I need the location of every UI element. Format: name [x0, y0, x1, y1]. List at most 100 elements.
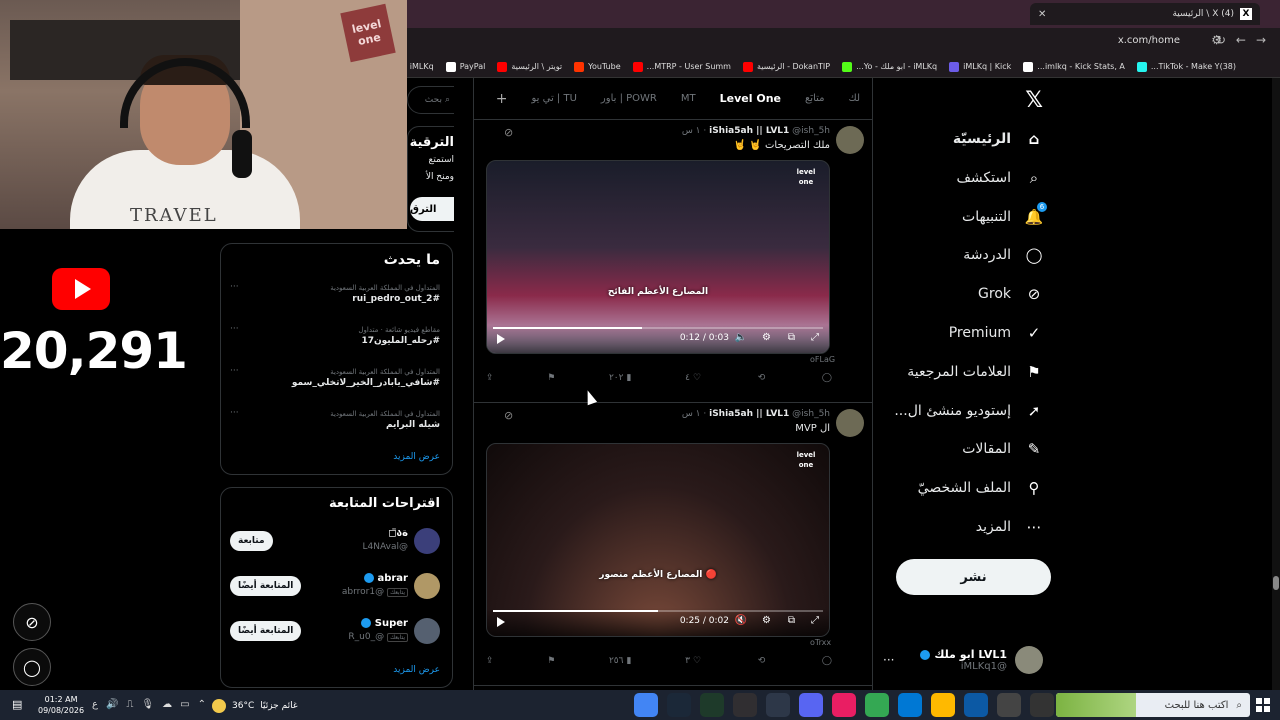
weather-widget[interactable]: غائم جزئيًا 36°C — [212, 699, 298, 713]
settings-icon[interactable]: ⚙ — [762, 332, 771, 343]
nav-item[interactable]: ⊘ Grok — [978, 285, 1043, 303]
timeline-tab[interactable]: لك — [849, 93, 860, 104]
taskview-icon[interactable] — [1030, 693, 1054, 717]
retweet-button[interactable]: ⟲ — [755, 373, 766, 383]
trend-item[interactable]: المتداول في المملكة العربية السعودية شيل… — [230, 408, 440, 430]
account-more-icon[interactable]: ··· — [883, 653, 894, 667]
grok-icon[interactable]: ⊘ — [504, 409, 513, 422]
battery-icon[interactable]: ▭ — [180, 699, 189, 710]
add-tab-icon[interactable]: + — [496, 91, 508, 107]
avatar[interactable] — [836, 126, 864, 154]
nav-item[interactable]: ⚑ العلامات المرجعية — [907, 363, 1043, 381]
timeline-tab[interactable]: POWR | باور — [601, 93, 657, 104]
tray-expand-icon[interactable]: ⌃ — [198, 699, 206, 710]
bookmark-item[interactable]: تويتر \ الرئيسية — [497, 61, 562, 72]
trend-item[interactable]: المتداول في المملكة العربية السعودية #شا… — [230, 366, 440, 388]
more-icon[interactable]: ··· — [230, 366, 239, 376]
more-icon[interactable]: ··· — [230, 282, 239, 292]
reply-button[interactable]: ◯ — [819, 656, 832, 666]
follows-show-more-link[interactable]: عرض المزيد — [393, 665, 440, 675]
url-field[interactable]: x.com/home — [1118, 35, 1180, 46]
grok-float-icon[interactable]: ⊘ — [13, 603, 51, 641]
x-app-icon[interactable] — [766, 693, 790, 717]
bookmark-item[interactable]: YouTube — [574, 61, 621, 72]
nav-item[interactable]: ⌂ الرئيسيّة — [953, 130, 1043, 148]
tweet[interactable]: iShia5ah || LVL1 @ish_5h · ١ س ال MVP ⊘ … — [474, 403, 872, 686]
nav-item[interactable]: ➚ إستوديو منشئ ال... — [894, 402, 1043, 420]
avatar[interactable] — [836, 409, 864, 437]
discord-icon[interactable] — [799, 693, 823, 717]
tweet-video[interactable]: level one المصارع الأعظم منصور 🔴 0:25 / 0… — [486, 443, 830, 637]
tweet[interactable]: iShia5ah || LVL1 @ish_5h · ١ س ملك التصر… — [474, 120, 872, 403]
video-source[interactable]: oFLaG — [810, 355, 835, 364]
follow-suggestion[interactable]: abrar يتابعك@abrror1 المتابعة أيضًا — [230, 573, 440, 603]
obs-icon[interactable] — [733, 693, 757, 717]
search-input[interactable]: ⌕ بحث — [407, 86, 454, 114]
pip-icon[interactable]: ⧉ — [788, 332, 795, 343]
bookmark-item[interactable]: PayPal — [445, 61, 485, 72]
fullscreen-icon[interactable]: ⤢ — [811, 332, 819, 343]
timeline-tab[interactable]: Level One — [720, 92, 781, 105]
more-icon[interactable]: ··· — [230, 324, 239, 334]
volume-icon[interactable]: 🔊 — [106, 699, 118, 710]
play-icon[interactable] — [497, 617, 505, 627]
timeline-tab[interactable]: متابَع — [805, 93, 825, 104]
nav-item[interactable]: 🔔 6 التنبيهات — [962, 201, 1047, 226]
browser-tab[interactable]: X (4) X \ الرئيسية ✕ — [1030, 3, 1260, 25]
notification-icon[interactable]: ▤ — [12, 698, 22, 711]
network-icon[interactable]: ⎍ — [126, 699, 133, 710]
bookmark-button[interactable]: ⚑ — [547, 373, 555, 383]
nav-item[interactable]: ⌕ استكشف — [956, 169, 1043, 187]
follow-suggestion[interactable]: ةა◻̈ @L4NAval متابعة — [230, 528, 440, 558]
post-button[interactable]: نشر — [896, 559, 1051, 595]
reload-icon[interactable]: ↻ — [1216, 33, 1226, 47]
mute-icon[interactable]: 🔇 — [735, 615, 747, 626]
language-indicator[interactable]: ع — [92, 699, 98, 710]
chat-float-icon[interactable]: ◯ — [13, 648, 51, 686]
taskbar-search[interactable]: ⌕ اكتب هنا للبحث — [1056, 693, 1250, 717]
views-button[interactable]: ▮ ٢٠٢ — [609, 373, 631, 383]
volume-icon[interactable]: 🔈 — [735, 332, 747, 343]
chrome-icon[interactable] — [634, 693, 658, 717]
bookmark-item[interactable]: iMLKq - ابو ملك - Yo... — [842, 61, 937, 72]
page-scrollbar[interactable] — [1272, 78, 1280, 690]
video-progress-bar[interactable] — [493, 610, 823, 612]
video-progress-bar[interactable] — [493, 327, 823, 329]
clock[interactable]: 01:2 AM 09/08/2026 — [38, 694, 84, 716]
follow-back-button[interactable]: المتابعة أيضًا — [230, 621, 302, 641]
timeline-tab[interactable]: MT — [681, 93, 696, 104]
nav-item[interactable]: ⋯ المزيد — [976, 518, 1043, 536]
tweet-author[interactable]: iShia5ah || LVL1 — [709, 126, 789, 136]
share-button[interactable]: ⇪ — [486, 656, 494, 666]
app-colorful-icon[interactable] — [832, 693, 856, 717]
trend-item[interactable]: المتداول في المملكة العربية السعودية #ru… — [230, 282, 440, 304]
more-icon[interactable]: ··· — [230, 408, 239, 418]
tweet-author[interactable]: iShia5ah || LVL1 — [709, 409, 789, 419]
back-icon[interactable]: ← — [1236, 33, 1246, 47]
follow-button[interactable]: متابعة — [230, 531, 273, 551]
views-button[interactable]: ▮ ٢٥٦ — [609, 656, 631, 666]
nav-item[interactable]: ✎ المقالات — [962, 440, 1043, 458]
edge-icon[interactable] — [964, 693, 988, 717]
bookmark-button[interactable]: ⚑ — [547, 656, 555, 666]
bookmark-item[interactable]: DokanTIP - الرئيسية — [742, 61, 830, 72]
app-green-icon[interactable] — [700, 693, 724, 717]
scrollbar-thumb[interactable] — [1273, 576, 1279, 590]
follow-suggestion[interactable]: Super يتابعك@_R_u0 المتابعة أيضًا — [230, 618, 440, 648]
store-icon[interactable] — [997, 693, 1021, 717]
play-icon[interactable] — [497, 334, 505, 344]
reply-button[interactable]: ◯ — [819, 373, 832, 383]
video-source[interactable]: oTrxx — [810, 638, 831, 647]
mic-icon[interactable]: 🎙 — [141, 699, 154, 710]
chrome2-icon[interactable] — [865, 693, 889, 717]
mail-icon[interactable] — [898, 693, 922, 717]
nav-item[interactable]: ✓ Premium — [949, 324, 1043, 342]
windows-start-icon[interactable] — [1256, 698, 1270, 712]
bookmark-item[interactable]: iMLKq | Kick — [949, 61, 1011, 72]
bookmark-item[interactable]: MTRP - User Summ... — [632, 61, 731, 72]
steam-icon[interactable] — [667, 693, 691, 717]
cloud-icon[interactable]: ☁ — [162, 699, 172, 710]
bookmark-item[interactable]: (38)TikTok - Make Y... — [1136, 61, 1236, 72]
trend-item[interactable]: مقاطع فيديو شائعة · متداول #رحله_المليون… — [230, 324, 440, 346]
like-button[interactable]: ♡ ٤ — [685, 373, 701, 383]
